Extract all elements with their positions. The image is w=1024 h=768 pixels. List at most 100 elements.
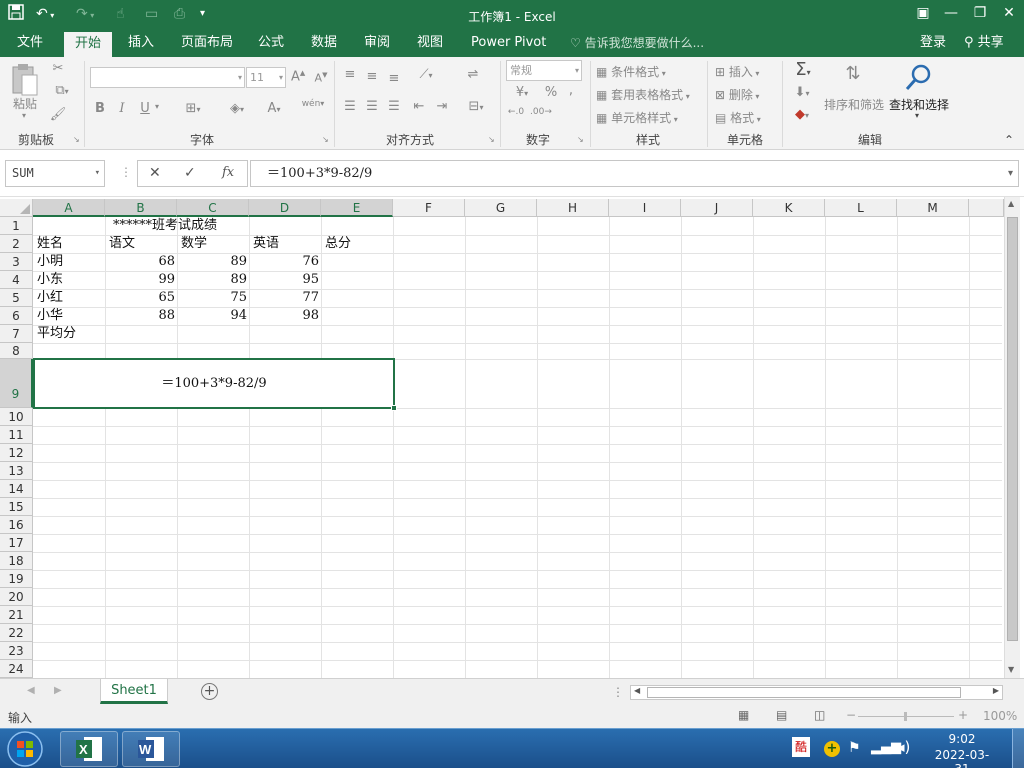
format-cells-button[interactable]: ▤ 格式 ▾ xyxy=(715,109,761,126)
tab-review[interactable]: 审阅 xyxy=(356,30,398,57)
row-header[interactable]: 10 xyxy=(0,408,33,426)
sort-filter-label[interactable]: 排序和筛选 xyxy=(824,96,884,113)
score-cell[interactable]: 99 xyxy=(105,271,175,289)
row-header[interactable]: 21 xyxy=(0,606,33,624)
page-layout-view-icon[interactable]: ▤ xyxy=(776,708,787,722)
conditional-formatting-button[interactable]: ▦ 条件格式 ▾ xyxy=(596,63,666,80)
font-size-dropdown[interactable]: 11 ▾ xyxy=(246,67,286,88)
row-header[interactable]: 22 xyxy=(0,624,33,642)
tab-file[interactable]: 文件 xyxy=(9,30,51,57)
delete-cells-button[interactable]: ⊠ 删除 ▾ xyxy=(715,86,759,103)
vertical-scrollbar[interactable]: ▲ ▼ xyxy=(1004,197,1020,678)
score-cell[interactable]: 76 xyxy=(249,253,319,271)
header-total[interactable]: 总分 xyxy=(325,235,351,253)
column-header[interactable]: J xyxy=(681,199,753,217)
underline-button[interactable]: U xyxy=(139,101,151,116)
zoom-level[interactable]: 100% xyxy=(983,709,1017,723)
collapse-ribbon-icon[interactable]: ⌃ xyxy=(1004,133,1014,147)
autosum-icon[interactable]: Σ▾ xyxy=(788,59,818,80)
score-cell[interactable]: 68 xyxy=(105,253,175,271)
score-cell[interactable]: 95 xyxy=(249,271,319,289)
fill-color-icon[interactable]: ◈▾ xyxy=(222,101,252,116)
header-name[interactable]: 姓名 xyxy=(37,235,63,253)
column-header[interactable]: A xyxy=(33,199,105,217)
column-header[interactable]: G xyxy=(465,199,537,217)
zoom-in-icon[interactable]: + xyxy=(958,708,968,722)
decrease-decimal-icon[interactable]: .00→ xyxy=(530,107,552,117)
row-header[interactable]: 7 xyxy=(0,325,33,343)
average-label[interactable]: 平均分 xyxy=(37,325,76,343)
sheet-tab-sheet1[interactable]: Sheet1 xyxy=(100,679,168,704)
tab-home[interactable]: 开始 xyxy=(64,32,112,57)
font-color-icon[interactable]: A▾ xyxy=(259,101,289,116)
clipboard-launcher-icon[interactable]: ↘ xyxy=(73,135,80,144)
cell-styles-button[interactable]: ▦ 单元格样式 ▾ xyxy=(596,109,678,126)
row-header[interactable]: 1 xyxy=(0,217,33,235)
active-merged-cell[interactable]: ＝100+3*9-82/9 xyxy=(33,358,397,411)
scroll-up-icon[interactable]: ▲ xyxy=(1008,199,1014,208)
row-header[interactable]: 14 xyxy=(0,480,33,498)
bottom-align-icon[interactable]: ≡ xyxy=(386,71,402,86)
middle-align-icon[interactable]: ≡ xyxy=(364,69,380,84)
zoom-slider-thumb[interactable] xyxy=(904,712,907,721)
close-button[interactable]: ✕ xyxy=(994,0,1024,28)
volume-icon[interactable]: ◂) xyxy=(897,738,910,756)
column-header[interactable]: C xyxy=(177,199,249,217)
tab-formulas[interactable]: 公式 xyxy=(250,30,292,57)
alignment-launcher-icon[interactable]: ↘ xyxy=(488,135,495,144)
scroll-left-icon[interactable]: ◀ xyxy=(634,686,640,695)
number-format-dropdown[interactable]: 常规 ▾ xyxy=(506,60,582,81)
underline-dropdown-icon[interactable]: ▾ xyxy=(152,102,162,111)
format-as-table-button[interactable]: ▦ 套用表格格式 ▾ xyxy=(596,86,690,103)
number-launcher-icon[interactable]: ↘ xyxy=(577,135,584,144)
header-chinese[interactable]: 语文 xyxy=(109,235,135,253)
score-cell[interactable]: 88 xyxy=(105,307,175,325)
row-header[interactable]: 13 xyxy=(0,462,33,480)
tab-insert[interactable]: 插入 xyxy=(120,30,162,57)
row-header[interactable]: 8 xyxy=(0,343,33,359)
format-painter-icon[interactable]: 🖌 xyxy=(48,107,68,122)
zoom-out-icon[interactable]: − xyxy=(846,708,856,722)
find-select-icon[interactable] xyxy=(902,63,936,93)
score-cell[interactable]: 89 xyxy=(177,271,247,289)
name-box[interactable]: SUM ▾ xyxy=(5,160,105,187)
column-header[interactable]: M xyxy=(897,199,969,217)
font-name-dropdown[interactable]: ▾ xyxy=(90,67,245,88)
bold-button[interactable]: B xyxy=(94,101,106,116)
restore-button[interactable]: ❐ xyxy=(965,0,995,28)
wrap-text-icon[interactable]: ⇌ xyxy=(464,67,482,82)
top-align-icon[interactable]: ≡ xyxy=(342,67,358,82)
paste-icon[interactable] xyxy=(10,63,40,99)
ime-icon[interactable]: 酷 xyxy=(792,737,810,757)
student-name[interactable]: 小红 xyxy=(37,289,63,307)
row-header[interactable]: 19 xyxy=(0,570,33,588)
student-name[interactable]: 小东 xyxy=(37,271,63,289)
taskbar-excel[interactable]: X xyxy=(60,731,118,767)
score-cell[interactable]: 94 xyxy=(177,307,247,325)
score-cell[interactable]: 98 xyxy=(249,307,319,325)
score-cell[interactable]: 77 xyxy=(249,289,319,307)
paste-dropdown-icon[interactable]: ▾ xyxy=(22,111,26,120)
show-desktop-button[interactable] xyxy=(1012,729,1024,768)
row-header[interactable]: 4 xyxy=(0,271,33,289)
column-header[interactable]: B xyxy=(105,199,177,217)
italic-button[interactable]: I xyxy=(116,101,128,116)
column-header[interactable] xyxy=(969,199,1004,217)
phonetic-guide-icon[interactable]: wén▾ xyxy=(298,99,328,109)
normal-view-icon[interactable]: ▦ xyxy=(738,708,749,722)
decrease-indent-icon[interactable]: ⇤ xyxy=(410,99,428,114)
insert-cells-button[interactable]: ⊞ 插入 ▾ xyxy=(715,63,759,80)
taskbar-word[interactable]: W xyxy=(122,731,180,767)
score-cell[interactable]: 89 xyxy=(177,253,247,271)
expand-formula-bar-icon[interactable]: ▾ xyxy=(1008,161,1013,186)
tell-me-box[interactable]: ♡ 告诉我您想要做什么... xyxy=(562,30,712,57)
column-header[interactable]: L xyxy=(825,199,897,217)
row-header[interactable]: 12 xyxy=(0,444,33,462)
horizontal-scrollbar[interactable]: ◀ ▶ xyxy=(630,685,1003,700)
row-header[interactable]: 20 xyxy=(0,588,33,606)
score-cell[interactable]: 75 xyxy=(177,289,247,307)
vertical-scroll-thumb[interactable] xyxy=(1007,217,1018,641)
grow-font-icon[interactable]: A▲ xyxy=(291,69,305,84)
scroll-right-icon[interactable]: ▶ xyxy=(993,686,999,695)
align-center-icon[interactable]: ☰ xyxy=(364,99,380,114)
